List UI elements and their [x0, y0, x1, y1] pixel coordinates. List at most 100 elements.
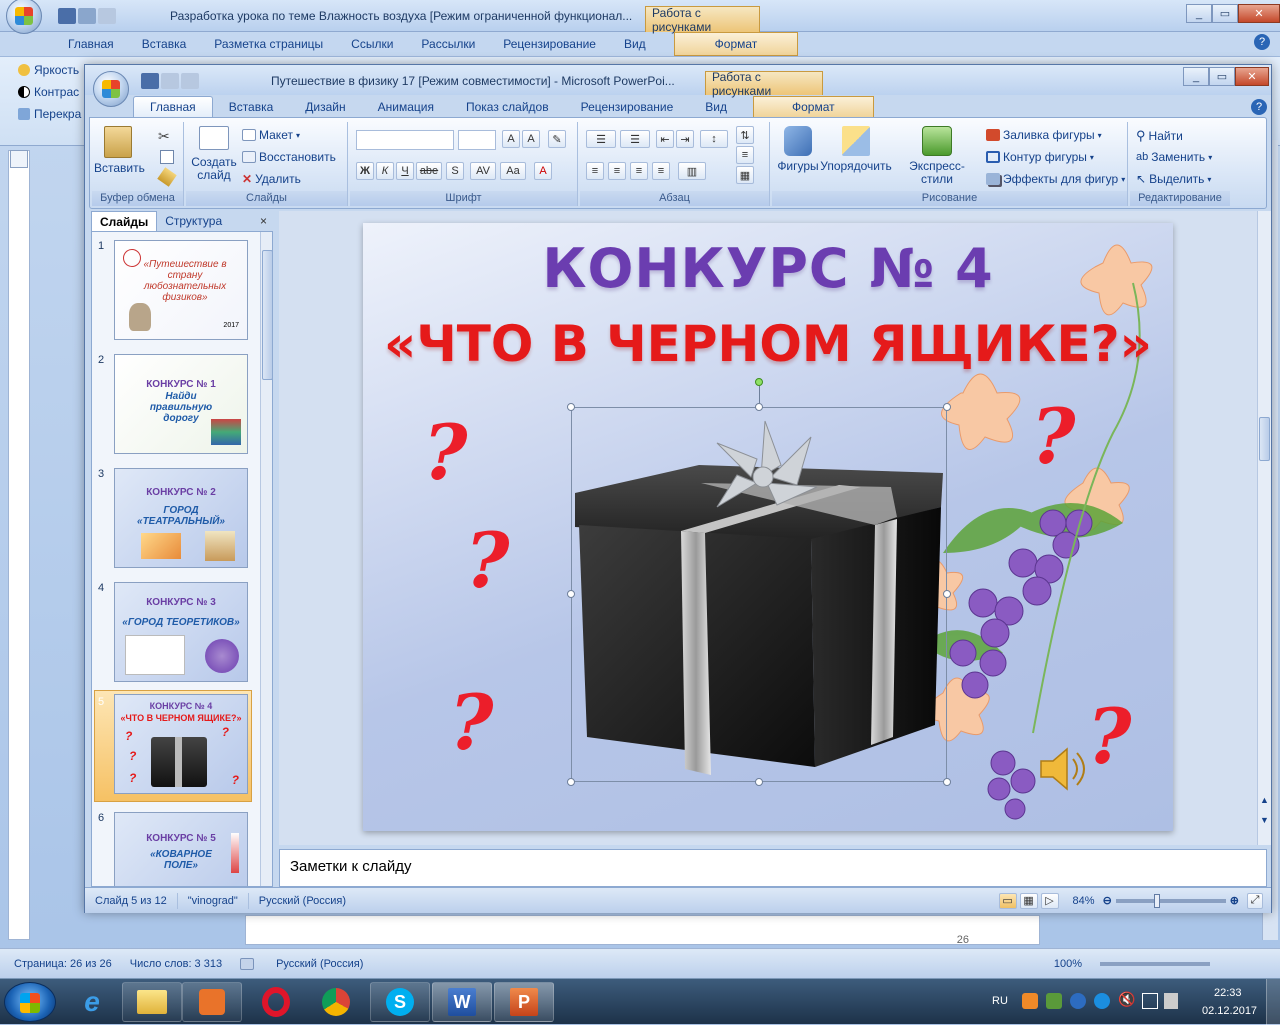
format-painter-icon[interactable]	[157, 167, 177, 187]
rotate-handle[interactable]	[755, 378, 763, 386]
redo-icon[interactable]	[98, 8, 116, 24]
prev-slide-icon[interactable]: ▲	[1259, 795, 1270, 809]
resize-handle-w[interactable]	[567, 590, 575, 598]
slide-thumbnail-5[interactable]: КОНКУРС № 4 «ЧТО В ЧЕРНОМ ЯЩИКЕ?» ? ? ? …	[114, 694, 248, 794]
zoom-in-icon[interactable]: ⊕	[1230, 894, 1239, 907]
ppt-tab-slideshow[interactable]: Показ слайдов	[450, 97, 565, 117]
delete-slide-button[interactable]: ✕ Удалить	[242, 172, 301, 186]
ruler-tab-selector[interactable]	[10, 150, 28, 168]
ppt-tab-home[interactable]: Главная	[133, 96, 213, 117]
bold-button[interactable]: Ж	[356, 162, 374, 180]
speaker-icon[interactable]	[1035, 741, 1089, 797]
ppt-tab-design[interactable]: Дизайн	[289, 97, 361, 117]
word-minimize-button[interactable]: _	[1186, 4, 1212, 23]
taskbar-ie[interactable]: e	[62, 982, 122, 1022]
clear-format-button[interactable]: ✎	[548, 130, 566, 148]
ppt-tab-insert[interactable]: Вставка	[213, 97, 290, 117]
clock-time[interactable]: 22:33	[1214, 987, 1242, 999]
picture-selection-frame[interactable]	[567, 378, 951, 786]
clock-date[interactable]: 02.12.2017	[1202, 1005, 1257, 1017]
shape-outline-button[interactable]: Контур фигуры ▾	[986, 150, 1094, 164]
tab-slides[interactable]: Слайды	[91, 211, 158, 231]
shrink-font-button[interactable]: A	[522, 130, 540, 148]
taskbar-word[interactable]: W	[432, 982, 492, 1022]
taskbar-media-player[interactable]	[182, 982, 242, 1022]
ppt-tab-view[interactable]: Вид	[689, 97, 743, 117]
resize-handle-e[interactable]	[943, 590, 951, 598]
columns-button[interactable]: ▥	[678, 162, 706, 180]
ppt-help-icon[interactable]: ?	[1251, 99, 1267, 115]
paste-button[interactable]: Вставить	[94, 126, 145, 175]
taskbar-chrome[interactable]	[306, 982, 366, 1022]
thumbnail-scrollbar[interactable]	[260, 232, 272, 886]
slide-thumbnail-4[interactable]: КОНКУРС № 3 «ГОРОД ТЕОРЕТИКОВ»	[114, 582, 248, 682]
sorter-view-icon[interactable]: ▦	[1019, 892, 1038, 909]
undo-icon[interactable]	[78, 8, 96, 24]
word-help-icon[interactable]: ?	[1254, 34, 1270, 50]
word-tab-format[interactable]: Формат	[673, 32, 799, 56]
select-button[interactable]: ↖ Выделить ▾	[1136, 172, 1211, 186]
text-direction-button[interactable]: ⇅	[736, 126, 754, 144]
zoom-slider[interactable]	[1115, 893, 1226, 908]
undo-icon[interactable]	[161, 73, 179, 89]
ppt-tab-animation[interactable]: Анимация	[362, 97, 450, 117]
ppt-maximize-button[interactable]: ▭	[1209, 67, 1235, 86]
font-size-combo[interactable]	[458, 130, 496, 150]
word-brightness-button[interactable]: Яркость	[18, 63, 79, 77]
flag-icon[interactable]	[1164, 993, 1178, 1009]
save-icon[interactable]	[58, 8, 76, 24]
replace-button[interactable]: ab Заменить ▾	[1136, 150, 1212, 164]
shapes-button[interactable]: Фигуры	[774, 126, 822, 173]
normal-view-icon[interactable]: ▭	[998, 892, 1017, 909]
word-tab-layout[interactable]: Разметка страницы	[200, 37, 337, 51]
new-slide-button[interactable]: Создать слайд	[190, 126, 238, 182]
slideshow-view-icon[interactable]: ▷	[1040, 892, 1059, 909]
show-desktop-button[interactable]	[1266, 979, 1280, 1025]
word-tab-review[interactable]: Рецензирование	[489, 37, 610, 51]
char-spacing-button[interactable]: AV	[470, 162, 496, 180]
zoom-out-icon[interactable]: ⊖	[1103, 894, 1112, 907]
taskbar-powerpoint[interactable]: P	[494, 982, 554, 1022]
tray-app2-icon[interactable]	[1070, 993, 1086, 1009]
fit-window-icon[interactable]: ⤢	[1247, 892, 1263, 909]
office-button[interactable]	[6, 0, 42, 34]
redo-icon[interactable]	[181, 73, 199, 89]
avast-icon[interactable]	[1022, 993, 1038, 1009]
smartart-button[interactable]: ▦	[736, 166, 754, 184]
word-close-button[interactable]: ✕	[1238, 4, 1280, 23]
quick-styles-button[interactable]: Экспресс-стили	[894, 126, 980, 186]
word-status-page[interactable]: Страница: 26 из 26	[14, 958, 112, 970]
volume-muted-icon[interactable]: 🔇	[1118, 991, 1135, 1008]
layout-button[interactable]: Макет ▾	[242, 128, 300, 142]
start-button[interactable]	[4, 982, 56, 1022]
word-contrast-button[interactable]: Контрас	[18, 85, 79, 99]
status-slide-number[interactable]: Слайд 5 из 12	[85, 892, 178, 909]
reset-button[interactable]: Восстановить	[242, 150, 336, 164]
decrease-indent-button[interactable]: ⇤	[656, 130, 674, 148]
word-status-words[interactable]: Число слов: 3 313	[130, 958, 222, 970]
resize-handle-nw[interactable]	[567, 403, 575, 411]
resize-handle-se[interactable]	[943, 778, 951, 786]
taskbar-opera[interactable]	[246, 982, 306, 1022]
slide-vertical-scrollbar[interactable]: ▲ ▼	[1257, 211, 1271, 845]
tray-app-icon[interactable]	[1046, 993, 1062, 1009]
current-slide[interactable]: КОНКУРС № 4 «ЧТО В ЧЕРНОМ ЯЩИКЕ?» ? ? ? …	[363, 223, 1173, 831]
resize-handle-s[interactable]	[755, 778, 763, 786]
shape-effects-button[interactable]: Эффекты для фигур ▾	[986, 172, 1125, 186]
resize-handle-n[interactable]	[755, 403, 763, 411]
ppt-minimize-button[interactable]: _	[1183, 67, 1209, 86]
word-tab-home[interactable]: Главная	[54, 37, 128, 51]
arrange-button[interactable]: Упорядочить	[820, 126, 892, 173]
bullets-button[interactable]: ☰	[586, 130, 616, 148]
slide-thumbnail-6[interactable]: КОНКУРС № 5 «КОВАРНОЕ ПОЛЕ»	[114, 812, 248, 886]
slide-title-line2[interactable]: «ЧТО В ЧЕРНОМ ЯЩИКЕ?»	[363, 315, 1173, 373]
line-spacing-button[interactable]: ↕	[700, 130, 728, 148]
grow-font-button[interactable]: A	[502, 130, 520, 148]
resize-handle-ne[interactable]	[943, 403, 951, 411]
slide-thumbnail-2[interactable]: КОНКУРС № 1 Найди правильную дорогу	[114, 354, 248, 454]
word-tab-view[interactable]: Вид	[610, 37, 660, 51]
thumbnail-scroll-thumb[interactable]	[262, 250, 272, 380]
find-button[interactable]: ⚲ Найти	[1136, 128, 1183, 144]
word-recolor-button[interactable]: Перекра	[18, 107, 81, 121]
status-theme[interactable]: "vinograd"	[178, 892, 249, 909]
